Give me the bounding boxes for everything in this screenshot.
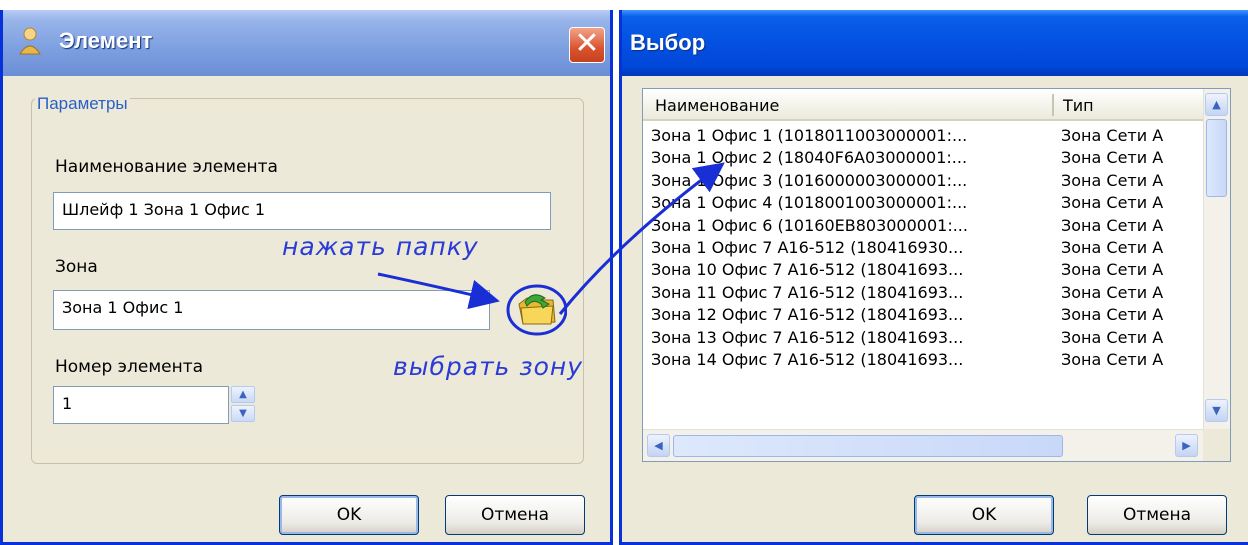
arrow-to-list bbox=[558, 162, 725, 315]
annotation-arrows bbox=[377, 162, 725, 315]
arrow-to-folder bbox=[377, 272, 500, 310]
